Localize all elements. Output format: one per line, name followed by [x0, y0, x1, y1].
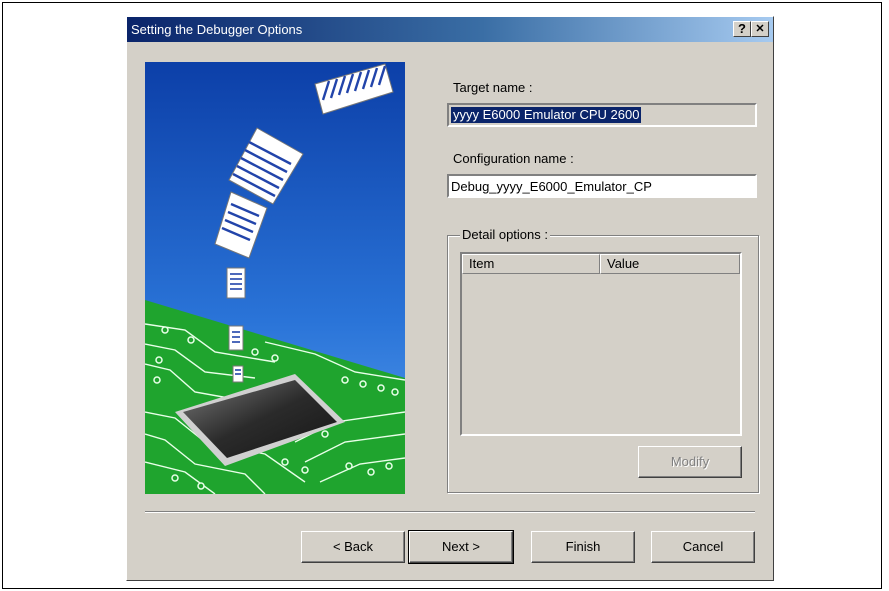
separator — [145, 511, 755, 513]
detail-options-list[interactable]: Item Value — [460, 252, 742, 436]
help-button[interactable]: ? — [733, 21, 751, 37]
detail-options-label: Detail options : — [460, 227, 550, 242]
column-header-item[interactable]: Item — [462, 254, 600, 274]
close-button[interactable]: ✕ — [751, 21, 769, 37]
chip-illustration-icon — [145, 62, 405, 494]
detail-options-group: Detail options : Item Value Modify — [447, 227, 759, 493]
column-header-value[interactable]: Value — [600, 254, 740, 274]
wizard-illustration — [145, 62, 405, 494]
configuration-name-field[interactable] — [447, 174, 757, 198]
title-bar[interactable]: Setting the Debugger Options ? ✕ — [127, 17, 773, 42]
finish-button[interactable]: Finish — [531, 531, 635, 563]
target-name-value: yyyy E6000 Emulator CPU 2600 — [451, 107, 642, 123]
configuration-name-input[interactable] — [449, 176, 755, 196]
target-name-label: Target name : — [453, 80, 533, 95]
modify-button[interactable]: Modify — [638, 446, 742, 478]
next-button[interactable]: Next > — [408, 530, 514, 564]
cancel-button[interactable]: Cancel — [651, 531, 755, 563]
target-name-field[interactable]: yyyy E6000 Emulator CPU 2600 — [447, 103, 757, 127]
configuration-name-label: Configuration name : — [453, 151, 574, 166]
back-button[interactable]: < Back — [301, 531, 405, 563]
window-title: Setting the Debugger Options — [131, 22, 303, 37]
debugger-options-dialog: Setting the Debugger Options ? ✕ Target … — [126, 16, 774, 581]
